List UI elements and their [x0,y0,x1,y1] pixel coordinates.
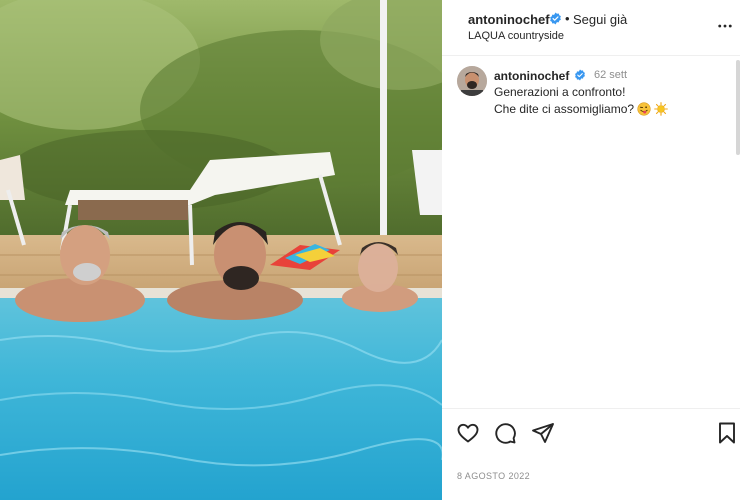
post-date[interactable]: 8 AGOSTO 2022 [457,471,530,481]
location-link[interactable]: LAQUA countryside [468,30,564,42]
comment-username[interactable]: antoninochef [494,69,569,83]
verified-badge-icon [575,69,585,81]
caption-text-line2-row: Che dite ci assomigliamo? [494,102,668,116]
comment-timestamp[interactable]: 62 sett [594,69,627,81]
header-separator: • [565,11,570,26]
post-photo[interactable] [0,0,442,500]
winking-tongue-emoji-icon [637,102,651,116]
send-icon[interactable] [531,421,555,445]
post-side-panel: antoninochef • Segui già LAQUA countrysi… [442,0,740,500]
more-horizontal-icon[interactable] [716,17,734,35]
comment-icon[interactable] [493,421,517,445]
sun-emoji-icon [654,102,668,116]
bookmark-icon[interactable] [715,421,739,445]
verified-badge-icon [550,12,561,25]
heart-icon[interactable] [456,421,480,445]
avatar[interactable] [457,66,487,96]
comments-scrollbar[interactable] [736,60,740,155]
header-username[interactable]: antoninochef [468,12,550,27]
post-actions-bar [442,408,740,458]
caption-text-line2: Che dite ci assomigliamo? [494,102,635,116]
caption-text-line1: Generazioni a confronto! [494,85,626,99]
pool-scene-image [0,0,442,500]
post-header: antoninochef • Segui già LAQUA countrysi… [442,0,740,56]
avatar-image [457,66,487,96]
follow-status-button[interactable]: Segui già [573,12,627,27]
